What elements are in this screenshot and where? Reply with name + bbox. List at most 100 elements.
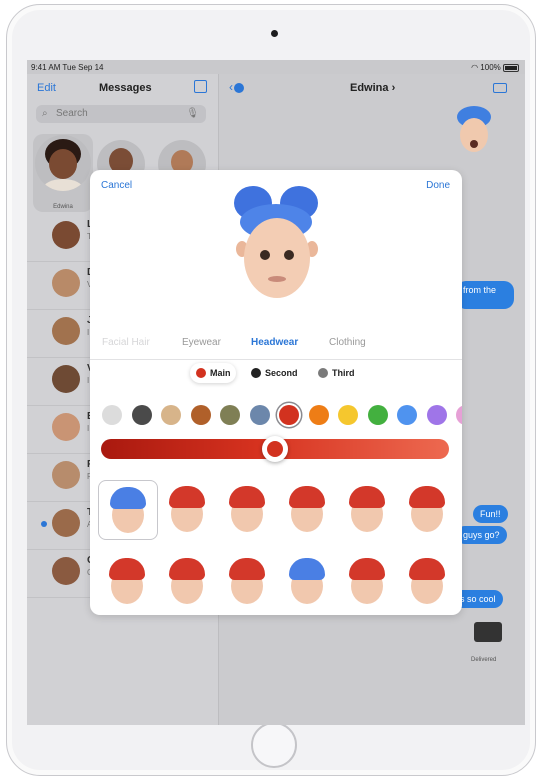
headwear-option-red-beanie[interactable]	[338, 480, 396, 538]
front-camera	[271, 30, 278, 37]
tab-clothing[interactable]: Clothing	[329, 337, 366, 348]
open-mouth	[470, 140, 478, 148]
second-color-dot	[251, 368, 261, 378]
unread-badge	[234, 82, 244, 93]
color-swatch[interactable]	[279, 405, 299, 425]
headwear-icon	[169, 486, 205, 508]
contact-name: Edwina	[350, 82, 389, 94]
microphone-icon[interactable]: 🎙	[186, 108, 199, 119]
headwear-option-blue-braids[interactable]	[98, 480, 158, 540]
third-color-dot	[318, 368, 328, 378]
shade-slider-thumb[interactable]	[262, 436, 288, 462]
status-time: 9:41 AM Tue Sep 14	[31, 63, 104, 72]
message-text: guys go?	[463, 530, 500, 540]
avatar	[52, 413, 80, 441]
status-bar: 9:41 AM Tue Sep 14 ◠ 100%	[27, 60, 525, 74]
headwear-option-red-goggles-cap[interactable]	[98, 552, 156, 610]
back-button[interactable]: ‹	[229, 80, 244, 94]
row-preview: I	[87, 376, 90, 385]
message-text: s so cool	[460, 594, 496, 604]
message-text: from the	[463, 285, 497, 295]
headwear-option-red-beanie[interactable]	[158, 480, 216, 538]
avatar	[52, 269, 80, 297]
color-swatch[interactable]	[397, 405, 417, 425]
avatar	[52, 461, 80, 489]
headwear-option-red-helmet[interactable]	[398, 480, 456, 538]
headwear-icon	[110, 487, 146, 509]
headwear-option-red-bun-beanie[interactable]	[278, 480, 336, 538]
color-target-label: Third	[332, 368, 355, 378]
done-button[interactable]: Done	[426, 180, 450, 191]
edit-button[interactable]: Edit	[37, 82, 56, 94]
memoji-preview	[232, 186, 322, 298]
avatar	[52, 221, 80, 249]
pinned-avatar-edwina[interactable]	[35, 135, 91, 191]
headwear-icon	[409, 486, 445, 508]
mouth	[268, 276, 286, 282]
video-call-icon[interactable]	[493, 83, 507, 93]
message-bubble[interactable]: from the	[456, 281, 514, 309]
color-target-label: Second	[265, 368, 298, 378]
headwear-option-red-beanie[interactable]	[158, 552, 216, 610]
category-tabs: Facial Hair Eyewear Headwear Clothing	[90, 335, 462, 360]
color-swatch[interactable]	[220, 405, 240, 425]
color-swatch[interactable]	[456, 405, 462, 425]
memoji-editor: Cancel Done Facial Hair Eyewear Headwear…	[90, 170, 462, 615]
color-target-label: Main	[210, 368, 231, 378]
avatar	[52, 317, 80, 345]
color-swatch[interactable]	[426, 405, 447, 425]
color-target-main[interactable]: Main	[190, 363, 236, 383]
headwear-option-red-cap-goggles[interactable]	[218, 480, 276, 538]
color-swatch[interactable]	[338, 405, 358, 425]
eye-right	[284, 250, 294, 260]
avatar	[52, 365, 80, 393]
camera-sticker-icon	[474, 622, 502, 642]
color-swatch[interactable]	[190, 405, 211, 425]
color-swatch[interactable]	[102, 405, 122, 425]
battery-percent: 100%	[480, 63, 501, 72]
delivered-label: Delivered	[471, 657, 497, 663]
compose-icon[interactable]	[194, 80, 207, 93]
search-icon: ⌕	[42, 108, 48, 119]
home-button[interactable]	[251, 722, 297, 768]
headwear-option-red-band-cap[interactable]	[218, 552, 276, 610]
row-preview: I	[87, 328, 90, 337]
color-target-third[interactable]: Third	[312, 363, 362, 383]
tab-headwear[interactable]: Headwear	[251, 337, 298, 348]
message-bubble[interactable]: guys go?	[456, 526, 507, 544]
main-color-dot	[196, 368, 206, 378]
color-swatch[interactable]	[131, 405, 152, 425]
conversation-title[interactable]: Edwina ›	[350, 82, 395, 94]
tab-eyewear[interactable]: Eyewear	[182, 337, 221, 348]
battery-icon	[503, 63, 519, 72]
headwear-option-red-beanie[interactable]	[338, 552, 396, 610]
face	[244, 218, 310, 298]
search-field[interactable]: ⌕ Search 🎙	[36, 105, 206, 123]
headwear-icon	[109, 558, 145, 580]
color-swatch[interactable]	[367, 405, 388, 425]
cancel-button[interactable]: Cancel	[101, 180, 132, 191]
color-swatch[interactable]	[249, 405, 270, 425]
headwear-icon	[409, 558, 445, 580]
unread-indicator	[41, 521, 47, 527]
headwear-icon	[289, 558, 325, 580]
avatar	[52, 557, 80, 585]
headwear-icon	[169, 558, 205, 580]
headwear-option-red-cap[interactable]	[398, 552, 456, 610]
memoji-sticker	[451, 106, 497, 170]
headwear-icon	[229, 486, 265, 508]
wifi-icon: ◠	[471, 63, 479, 72]
color-swatch[interactable]	[161, 405, 181, 425]
pinned-name: Edwina	[53, 204, 73, 210]
shirt	[43, 179, 83, 191]
color-target-second[interactable]: Second	[245, 363, 303, 383]
avatar	[52, 509, 80, 537]
status-right: ◠ 100%	[471, 63, 519, 72]
color-swatch[interactable]	[308, 405, 329, 425]
message-bubble[interactable]: Fun!!	[473, 505, 508, 523]
headwear-option-blue-headband[interactable]	[278, 552, 336, 610]
message-text: Fun!!	[480, 509, 501, 519]
face	[49, 149, 77, 179]
tab-facial-hair[interactable]: Facial Hair	[102, 337, 150, 348]
row-preview: I	[87, 424, 90, 433]
